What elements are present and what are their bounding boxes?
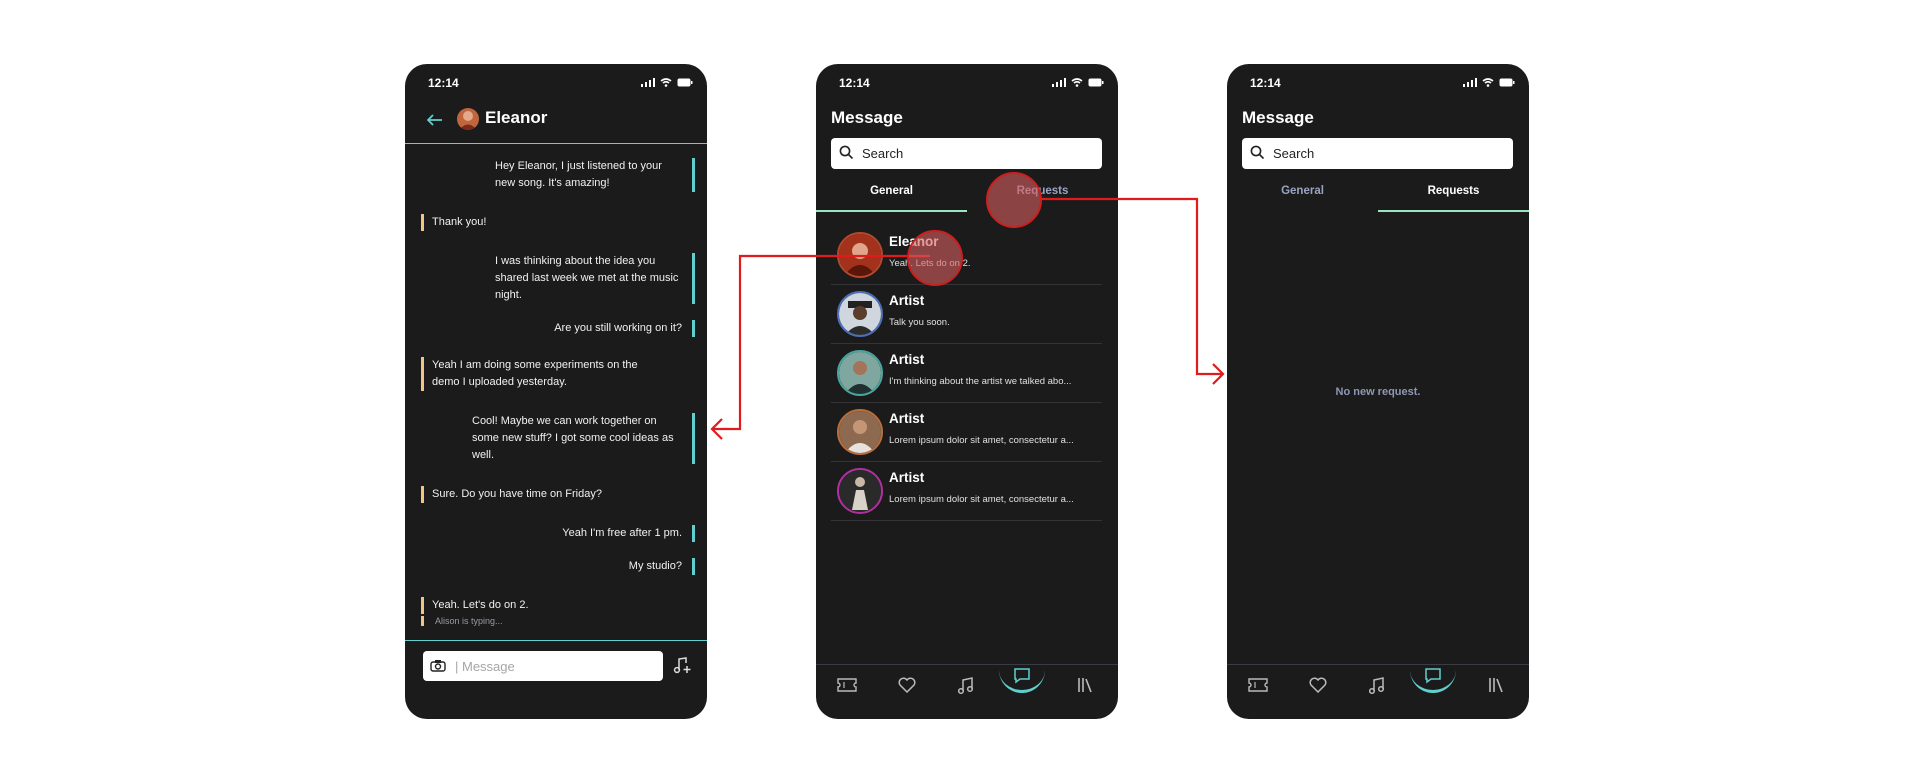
heart-icon[interactable]: [1306, 673, 1330, 697]
search-icon: [1250, 145, 1265, 160]
status-bar: 12:14: [428, 76, 693, 92]
search-placeholder: Search: [862, 146, 904, 161]
conversation-preview: Lorem ipsum dolor sit amet, consectetur …: [889, 435, 1074, 446]
tab-requests[interactable]: Requests: [1378, 180, 1529, 212]
wifi-icon: [1482, 78, 1494, 87]
signal-icon: [641, 78, 655, 87]
message-outgoing: Yeah I'm free after 1 pm.: [562, 525, 695, 542]
message-incoming: Yeah. Let's do on 2.: [421, 597, 529, 614]
bottom-nav: [1227, 664, 1529, 719]
message-incoming: Yeah I am doing some experiments on the …: [421, 357, 651, 391]
message-outgoing: I was thinking about the idea you shared…: [495, 253, 695, 304]
chat-header: Eleanor: [405, 102, 707, 144]
battery-icon: [1499, 78, 1515, 87]
music-note-icon[interactable]: [954, 673, 978, 697]
contact-name: Eleanor: [485, 108, 548, 127]
message-placeholder: | Message: [455, 659, 515, 674]
heart-icon[interactable]: [895, 673, 919, 697]
conversation-name: Artist: [889, 411, 925, 426]
ticket-icon[interactable]: [835, 673, 859, 697]
message-input[interactable]: | Message: [423, 651, 663, 681]
message-outgoing: Are you still working on it?: [554, 320, 695, 337]
wifi-icon: [1071, 78, 1083, 87]
signal-icon: [1463, 78, 1477, 87]
search-placeholder: Search: [1273, 146, 1315, 161]
search-input[interactable]: Search: [1242, 138, 1513, 169]
message-tabs: General Requests: [1227, 180, 1529, 212]
click-marker-requests: [986, 172, 1042, 228]
message-incoming: Thank you!: [421, 214, 486, 231]
empty-state: No new request.: [1335, 386, 1421, 398]
avatar: [837, 409, 883, 455]
message-outgoing: Cool! Maybe we can work together on some…: [472, 413, 695, 464]
avatar: [837, 468, 883, 514]
avatar: [837, 291, 883, 337]
messages-screen: 12:14 Message Search General Requests El…: [816, 64, 1118, 719]
conversation-name: Artist: [889, 470, 925, 485]
click-marker-eleanor: [907, 230, 963, 286]
status-icons: [641, 78, 693, 87]
search-input[interactable]: Search: [831, 138, 1102, 169]
contact-avatar: [457, 108, 479, 130]
conversation-preview: I'm thinking about the artist we talked …: [889, 376, 1072, 387]
conversation-name: Artist: [889, 352, 925, 367]
status-icons: [1052, 78, 1104, 87]
status-time: 12:14: [839, 76, 870, 90]
library-icon[interactable]: [1073, 673, 1097, 697]
music-note-icon[interactable]: [1365, 673, 1389, 697]
ticket-icon[interactable]: [1246, 673, 1270, 697]
library-icon[interactable]: [1484, 673, 1508, 697]
signal-icon: [1052, 78, 1066, 87]
conversation-item[interactable]: Artist Lorem ipsum dolor sit amet, conse…: [831, 462, 1102, 521]
page-title: Message: [831, 108, 903, 127]
message-outgoing: Hey Eleanor, I just listened to your new…: [495, 158, 695, 192]
conversation-item[interactable]: Artist Lorem ipsum dolor sit amet, conse…: [831, 403, 1102, 462]
message-outgoing: My studio?: [629, 558, 695, 575]
message-composer: | Message: [405, 640, 707, 719]
status-bar: 12:14: [839, 76, 1104, 92]
page-title: Message: [1242, 108, 1314, 127]
tab-general[interactable]: General: [816, 180, 967, 212]
avatar: [837, 350, 883, 396]
status-bar: 12:14: [1250, 76, 1515, 92]
conversation-item[interactable]: Eleanor Yeah. Lets do on 2.: [831, 226, 1102, 285]
battery-icon: [677, 78, 693, 87]
tab-general[interactable]: General: [1227, 180, 1378, 212]
conversation-item[interactable]: Artist Talk you soon.: [831, 285, 1102, 344]
music-add-icon[interactable]: [673, 657, 691, 674]
status-time: 12:14: [428, 76, 459, 90]
camera-icon[interactable]: [430, 659, 446, 672]
avatar: [837, 232, 883, 278]
chat-icon[interactable]: [1421, 663, 1445, 687]
wifi-icon: [660, 78, 672, 87]
requests-screen: 12:14 Message Search General Requests No…: [1227, 64, 1529, 719]
conversation-item[interactable]: Artist I'm thinking about the artist we …: [831, 344, 1102, 403]
bottom-nav: [816, 664, 1118, 719]
conversation-name: Artist: [889, 293, 925, 308]
chat-screen: 12:14 Eleanor Hey Eleanor, I just listen…: [405, 64, 707, 719]
message-incoming: Sure. Do you have time on Friday?: [421, 486, 602, 503]
chat-icon[interactable]: [1010, 663, 1034, 687]
typing-indicator: Alison is typing...: [421, 616, 503, 626]
status-time: 12:14: [1250, 76, 1281, 90]
conversation-preview: Lorem ipsum dolor sit amet, consectetur …: [889, 494, 1074, 505]
conversation-preview: Talk you soon.: [889, 317, 950, 328]
message-tabs: General Requests: [816, 180, 1118, 212]
battery-icon: [1088, 78, 1104, 87]
back-arrow-icon[interactable]: [427, 114, 443, 126]
search-icon: [839, 145, 854, 160]
status-icons: [1463, 78, 1515, 87]
